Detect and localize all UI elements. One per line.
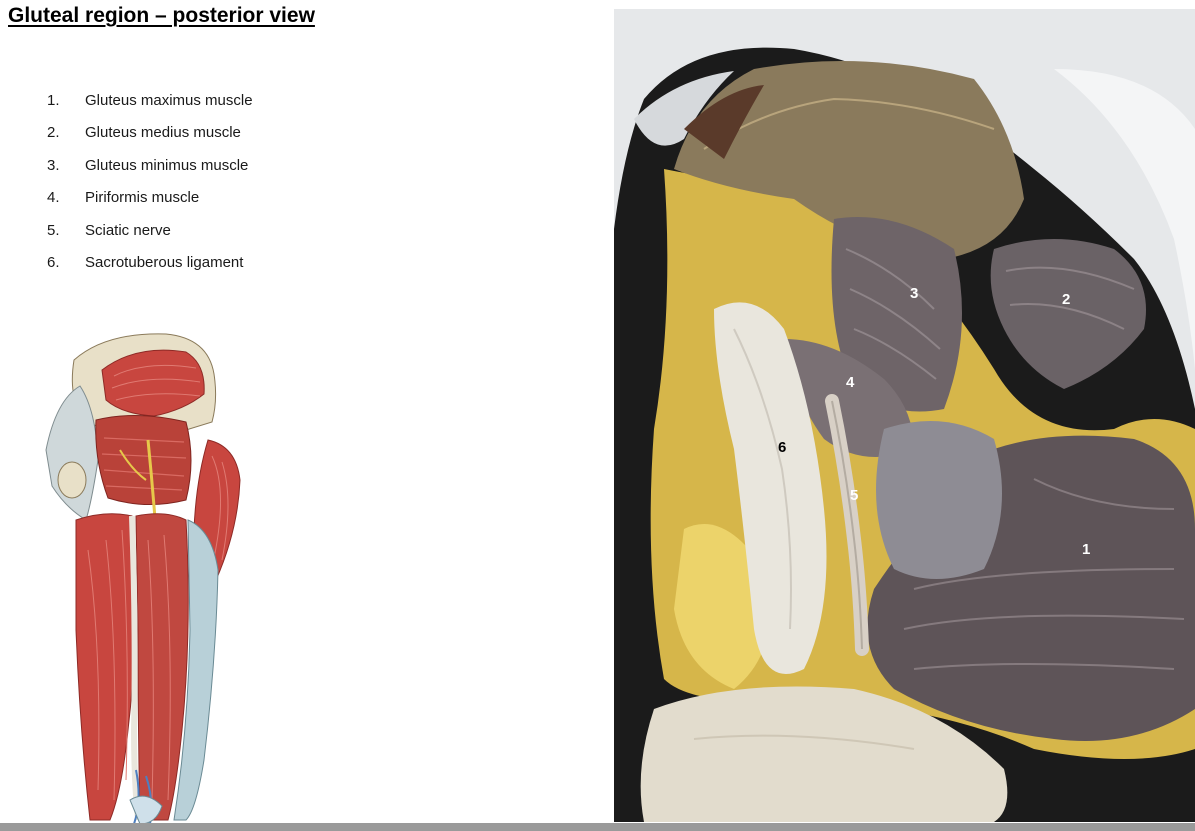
page-title: Gluteal region – posterior view	[8, 4, 315, 27]
legend-text: Gluteus maximus muscle	[85, 92, 253, 109]
legend-text: Sciatic nerve	[85, 221, 171, 239]
legend-text: Piriformis muscle	[85, 189, 200, 207]
legend-item: 5. Sciatic nerve	[47, 222, 253, 254]
legend-number: 2.	[47, 124, 60, 142]
dissection-photo: 1 2 3 4 5 6	[614, 9, 1195, 822]
legend-number: 5.	[47, 221, 60, 239]
footer-bar	[0, 823, 1195, 831]
label-6: 6	[778, 439, 786, 456]
anatomy-illustration	[45, 333, 241, 824]
legend-item: 4. Piriformis muscle	[47, 189, 253, 221]
legend-text: Gluteus medius muscle	[85, 124, 241, 142]
legend-number: 4.	[47, 189, 60, 207]
label-2: 2	[1062, 291, 1070, 308]
legend-number: 3.	[47, 156, 60, 174]
legend-number: 6.	[47, 253, 60, 271]
label-1: 1	[1082, 541, 1090, 558]
label-4: 4	[846, 374, 855, 391]
legend-item: 3. Gluteus minimus muscle	[47, 157, 253, 189]
legend-item: 2. Gluteus medius muscle	[47, 124, 253, 156]
legend-item: 6. Sacrotuberous ligament	[47, 254, 253, 286]
structure-legend: 1. Gluteus maximus muscle 2. Gluteus mediu…	[47, 92, 253, 286]
dissection-photo-drawing: 1 2 3 4 5 6	[614, 9, 1195, 822]
legend-item: 1. Gluteus maximus muscle	[47, 92, 253, 124]
label-3: 3	[910, 285, 918, 302]
label-5: 5	[850, 487, 858, 504]
legend-text: Sacrotuberous ligament	[85, 253, 244, 271]
legend-number: 1.	[47, 92, 60, 109]
legend-text: Gluteus minimus muscle	[85, 156, 249, 174]
